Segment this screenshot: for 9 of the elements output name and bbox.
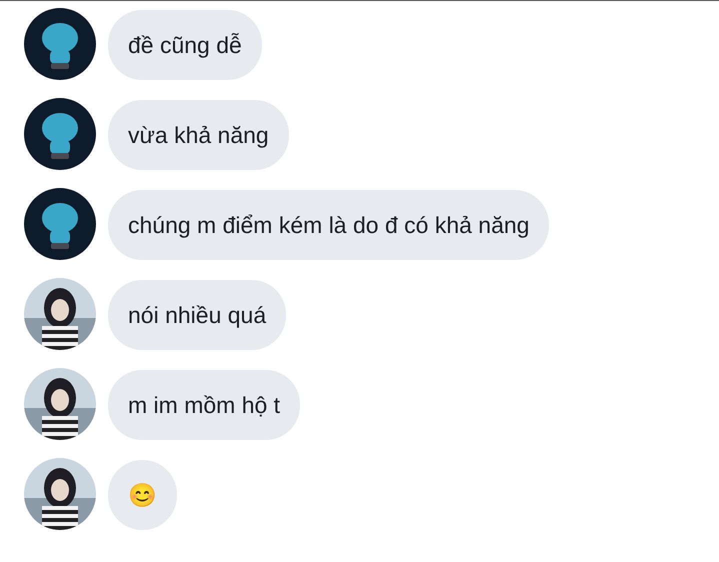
- message-bubble: m im mồm hộ t: [108, 370, 300, 440]
- avatar: [24, 98, 96, 170]
- message-bubble: nói nhiều quá: [108, 280, 286, 350]
- message-bubble: chúng m điểm kém là do đ có khả năng: [108, 190, 550, 260]
- avatar: [24, 8, 96, 80]
- message-bubble: 😊: [108, 460, 177, 530]
- message-bubble: vừa khả năng: [108, 100, 289, 170]
- avatar: [24, 188, 96, 260]
- message-bubble: đề cũng dễ: [108, 10, 262, 80]
